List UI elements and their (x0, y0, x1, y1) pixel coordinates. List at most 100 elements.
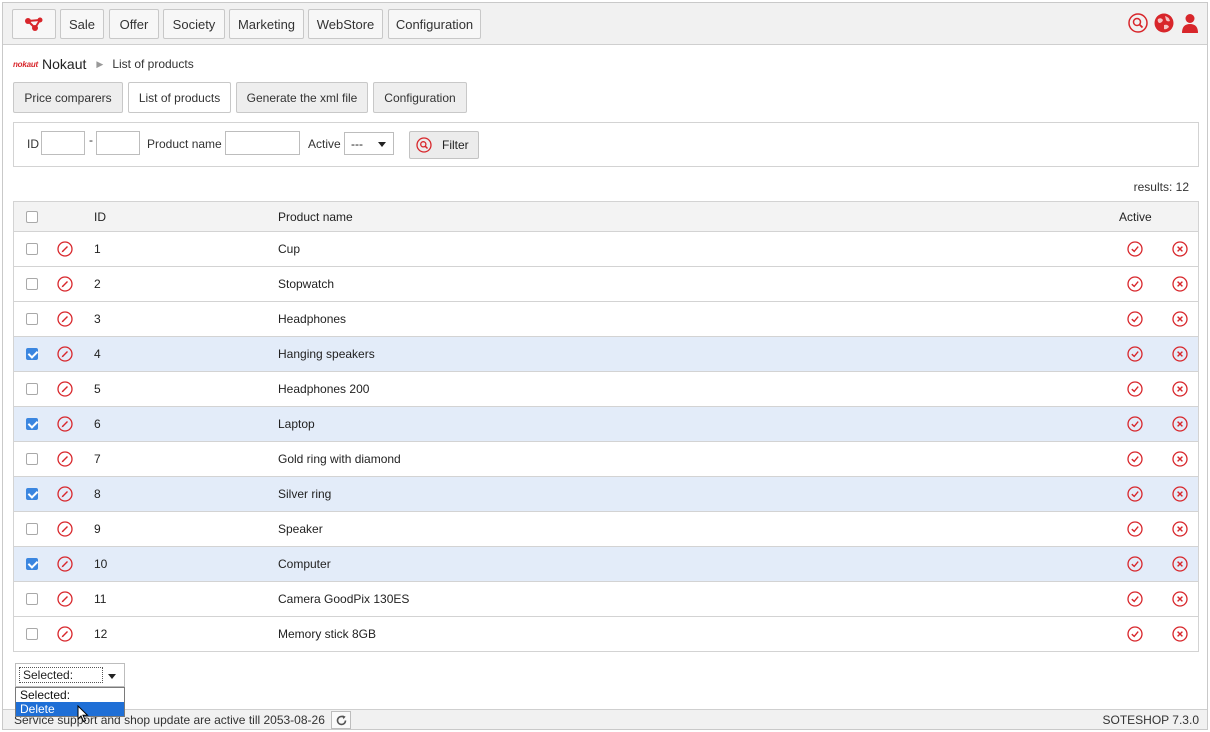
product-id: 1 (94, 242, 101, 256)
delete-icon[interactable] (1172, 346, 1188, 362)
product-name-input[interactable] (225, 131, 300, 155)
table-row: 8 Silver ring (14, 477, 1198, 512)
tab-list-of-products[interactable]: List of products (128, 82, 231, 113)
product-id: 2 (94, 277, 101, 291)
tab-configuration[interactable]: Configuration (373, 82, 467, 113)
product-name-label: Product name (147, 137, 222, 151)
active-check-icon[interactable] (1127, 556, 1143, 572)
row-checkbox[interactable] (26, 383, 38, 395)
brand-logo-icon (25, 17, 43, 31)
nav-configuration[interactable]: Configuration (388, 9, 481, 39)
nav-society[interactable]: Society (163, 9, 225, 39)
delete-icon[interactable] (1172, 381, 1188, 397)
breadcrumb-root[interactable]: Nokaut (42, 56, 86, 72)
bulk-option-delete[interactable]: Delete (16, 702, 124, 716)
delete-icon[interactable] (1172, 556, 1188, 572)
select-all-checkbox[interactable] (26, 210, 38, 223)
delete-icon[interactable] (1172, 626, 1188, 642)
table-row: 10 Computer (14, 547, 1198, 582)
delete-icon[interactable] (1172, 241, 1188, 257)
nav-offer[interactable]: Offer (109, 9, 159, 39)
product-id: 3 (94, 312, 101, 326)
edit-icon[interactable] (57, 346, 73, 362)
edit-icon[interactable] (57, 486, 73, 502)
refresh-button[interactable] (331, 711, 351, 729)
product-name: Stopwatch (278, 277, 335, 291)
search-icon (416, 137, 432, 153)
active-select-value: --- (351, 136, 363, 151)
active-check-icon[interactable] (1127, 486, 1143, 502)
tab-price-comparers[interactable]: Price comparers (13, 82, 123, 113)
edit-icon[interactable] (57, 556, 73, 572)
row-checkbox[interactable] (26, 523, 38, 535)
active-select[interactable]: --- (344, 132, 394, 155)
product-name: Gold ring with diamond (278, 452, 401, 466)
filter-button-label: Filter (442, 138, 469, 152)
product-id: 7 (94, 452, 101, 466)
top-icons (1127, 12, 1201, 34)
filter-button[interactable]: Filter (409, 131, 479, 159)
product-name: Computer (278, 557, 331, 571)
nav-sale[interactable]: Sale (60, 9, 104, 39)
delete-icon[interactable] (1172, 311, 1188, 327)
row-checkbox[interactable] (26, 278, 38, 290)
row-checkbox[interactable] (26, 453, 38, 465)
tab-generate-xml[interactable]: Generate the xml file (236, 82, 368, 113)
globe-icon[interactable] (1153, 12, 1175, 34)
bulk-option-selected[interactable]: Selected: (16, 688, 124, 702)
nav-webstore[interactable]: WebStore (308, 9, 383, 39)
user-icon[interactable] (1179, 12, 1201, 34)
nokaut-logo: nokaut (13, 59, 39, 69)
active-check-icon[interactable] (1127, 311, 1143, 327)
edit-icon[interactable] (57, 626, 73, 642)
bulk-action-select[interactable]: Selected: (15, 663, 125, 687)
edit-icon[interactable] (57, 381, 73, 397)
active-check-icon[interactable] (1127, 591, 1143, 607)
product-name: Headphones (278, 312, 347, 326)
delete-icon[interactable] (1172, 486, 1188, 502)
delete-icon[interactable] (1172, 591, 1188, 607)
edit-icon[interactable] (57, 591, 73, 607)
row-checkbox[interactable] (26, 418, 38, 430)
delete-icon[interactable] (1172, 416, 1188, 432)
active-check-icon[interactable] (1127, 626, 1143, 642)
active-check-icon[interactable] (1127, 346, 1143, 362)
product-id: 8 (94, 487, 101, 501)
delete-icon[interactable] (1172, 451, 1188, 467)
id-from-input[interactable] (41, 131, 85, 155)
row-checkbox[interactable] (26, 488, 38, 500)
product-id: 11 (94, 592, 107, 606)
active-check-icon[interactable] (1127, 521, 1143, 537)
edit-icon[interactable] (57, 416, 73, 432)
product-name: Cup (278, 242, 301, 256)
row-checkbox[interactable] (26, 628, 38, 640)
edit-icon[interactable] (57, 311, 73, 327)
edit-icon[interactable] (57, 276, 73, 292)
product-name: Camera GoodPix 130ES (278, 592, 410, 606)
search-icon[interactable] (1127, 12, 1149, 34)
id-to-input[interactable] (96, 131, 140, 155)
chevron-down-icon (378, 142, 386, 147)
active-check-icon[interactable] (1127, 451, 1143, 467)
table-body: 1 Cup 2 Stopwatch 3 Headphones 4 Hanging speake… (14, 232, 1198, 652)
row-checkbox[interactable] (26, 348, 38, 360)
home-logo-button[interactable] (12, 9, 56, 39)
active-check-icon[interactable] (1127, 276, 1143, 292)
active-check-icon[interactable] (1127, 381, 1143, 397)
delete-icon[interactable] (1172, 276, 1188, 292)
row-checkbox[interactable] (26, 593, 38, 605)
edit-icon[interactable] (57, 241, 73, 257)
id-label: ID (27, 137, 39, 151)
edit-icon[interactable] (57, 451, 73, 467)
app-version: SOTESHOP 7.3.0 (1102, 713, 1200, 727)
edit-icon[interactable] (57, 521, 73, 537)
active-check-icon[interactable] (1127, 416, 1143, 432)
row-checkbox[interactable] (26, 558, 38, 570)
nav-marketing[interactable]: Marketing (229, 9, 304, 39)
row-checkbox[interactable] (26, 243, 38, 255)
table-row: 1 Cup (14, 232, 1198, 267)
active-check-icon[interactable] (1127, 241, 1143, 257)
row-checkbox[interactable] (26, 313, 38, 325)
bulk-action-options: Selected: Delete (15, 687, 125, 717)
delete-icon[interactable] (1172, 521, 1188, 537)
